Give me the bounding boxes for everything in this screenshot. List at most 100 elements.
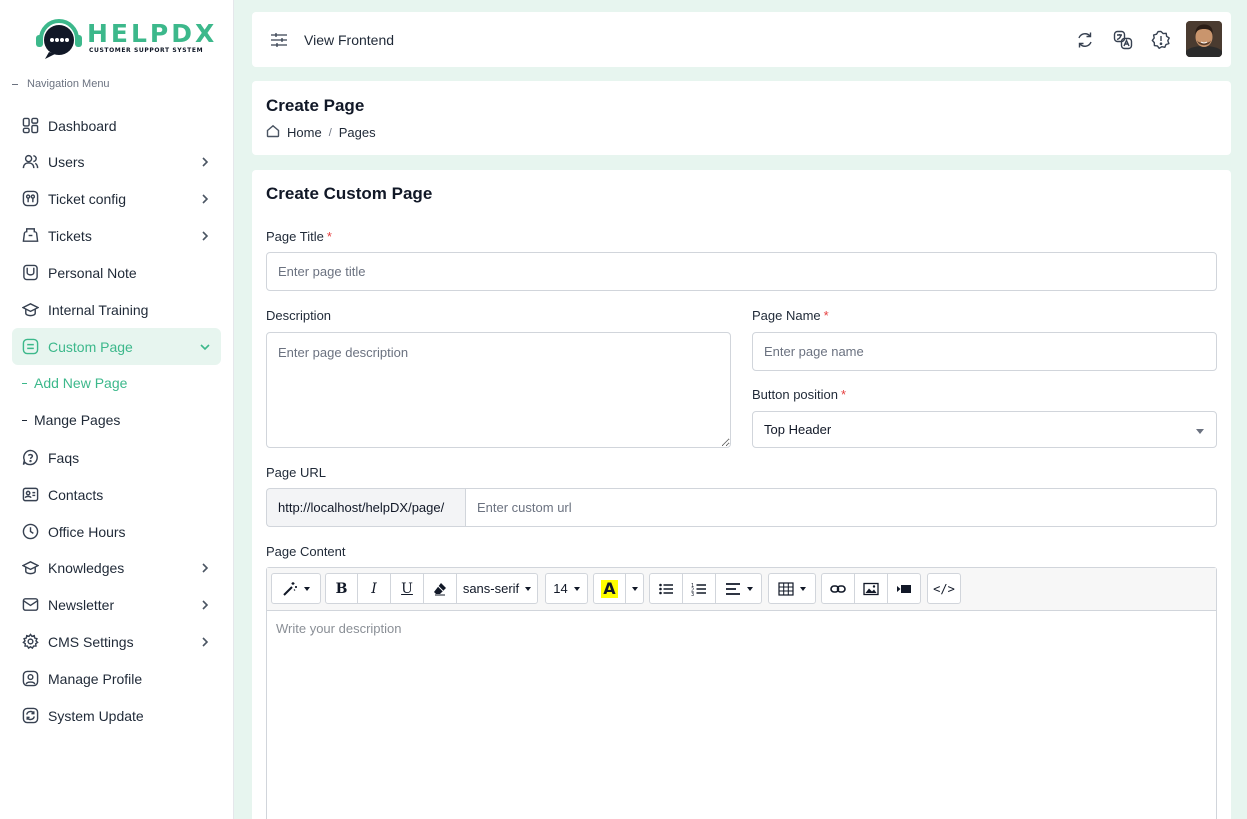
breadcrumb-home[interactable]: Home	[287, 125, 322, 140]
top-bar: View Frontend	[252, 12, 1231, 67]
page-url-label: Page URL	[266, 465, 326, 480]
sidebar-item-label: Personal Note	[48, 264, 137, 281]
color-dropdown[interactable]	[625, 573, 644, 604]
font-family-dropdown[interactable]: sans-serif	[456, 573, 538, 604]
description-textarea[interactable]	[266, 332, 731, 448]
sidebar-item-custom-page[interactable]: Custom Page	[12, 328, 221, 365]
chevron-right-icon	[199, 155, 211, 167]
sidebar-subitem-manage-pages[interactable]: Mange Pages	[22, 412, 120, 428]
sidebar-item-label: Custom Page	[48, 338, 133, 355]
update-icon	[21, 707, 39, 725]
newsletter-icon	[21, 596, 39, 614]
gear-icon	[21, 633, 39, 651]
magic-wand-icon	[283, 581, 297, 596]
sidebar-item-internal-training[interactable]: Internal Training	[12, 291, 221, 328]
underline-button[interactable]: U	[390, 573, 424, 604]
page-title: Create Page	[266, 96, 365, 115]
editor-toolbar: B I U sans-serif 14 A 123 </>	[267, 568, 1216, 611]
numbered-list-icon: 123	[691, 583, 706, 597]
sidebar-item-users[interactable]: Users	[12, 143, 221, 180]
sidebar-item-newsletter[interactable]: Newsletter	[12, 586, 221, 623]
bold-button[interactable]: B	[325, 573, 358, 604]
create-page-form: Create Custom Page Page Title* Descripti…	[252, 170, 1231, 819]
alert-icon[interactable]	[1151, 30, 1171, 50]
sidebar-item-contacts[interactable]: Contacts	[12, 476, 221, 513]
headset-logo-icon	[35, 15, 83, 61]
svg-text:3: 3	[691, 592, 694, 597]
profile-icon	[21, 670, 39, 688]
tickets-icon	[21, 227, 39, 245]
brand-name: HELPDX	[87, 19, 218, 48]
breadcrumb-separator: /	[328, 126, 332, 139]
rich-text-editor: B I U sans-serif 14 A 123 </> Write your…	[266, 567, 1217, 819]
sidebar-item-knowledges[interactable]: Knowledges	[12, 549, 221, 586]
align-left-icon	[725, 582, 740, 595]
highlight-color-button[interactable]: A	[593, 573, 626, 604]
chevron-right-icon	[199, 561, 211, 573]
note-icon	[21, 264, 39, 282]
sidebar-item-label: Faqs	[48, 449, 80, 466]
link-icon	[830, 584, 846, 593]
page-name-label: Page Name *	[752, 308, 829, 323]
page-url-input[interactable]	[465, 488, 1217, 527]
sidebar-item-label: Office Hours	[48, 523, 126, 540]
sidebar-subitem-add-new-page[interactable]: Add New Page	[22, 375, 127, 391]
avatar[interactable]	[1186, 21, 1222, 57]
contact-card-icon	[21, 486, 39, 504]
insert-image-button[interactable]	[854, 573, 888, 604]
ordered-list-button[interactable]: 123	[682, 573, 716, 604]
page-title-label: Page Title *	[266, 229, 332, 244]
view-frontend-link[interactable]: View Frontend	[304, 32, 394, 48]
users-icon	[21, 153, 39, 171]
sync-icon[interactable]	[1075, 30, 1095, 50]
form-title: Create Custom Page	[266, 184, 433, 203]
page-title-input[interactable]	[266, 252, 1217, 291]
chevron-down-icon	[199, 340, 211, 352]
eraser-icon	[434, 582, 446, 595]
question-bubble-icon	[21, 449, 39, 467]
chevron-right-icon	[199, 635, 211, 647]
insert-video-button[interactable]	[887, 573, 921, 604]
eraser-button[interactable]	[423, 573, 457, 604]
editor-placeholder[interactable]: Write your description	[276, 621, 401, 636]
page-name-input[interactable]	[752, 332, 1217, 371]
insert-link-button[interactable]	[821, 573, 855, 604]
unordered-list-button[interactable]	[649, 573, 683, 604]
clock-icon	[21, 523, 39, 541]
sidebar-item-label: System Update	[48, 707, 144, 724]
sidebar-item-manage-profile[interactable]: Manage Profile	[12, 660, 221, 697]
sidebar-item-office-hours[interactable]: Office Hours	[12, 513, 221, 550]
magic-style-button[interactable]	[271, 573, 321, 604]
breadcrumb-pages[interactable]: Pages	[339, 125, 376, 140]
bullet-list-icon	[659, 583, 673, 594]
brand-logo[interactable]: HELPDX CUSTOMER SUPPORT SYSTEM	[35, 14, 214, 62]
paragraph-align-dropdown[interactable]	[715, 573, 762, 604]
italic-button[interactable]: I	[357, 573, 391, 604]
sidebar-item-dashboard[interactable]: Dashboard	[12, 107, 221, 144]
knowledge-icon	[21, 559, 39, 577]
sidebar-item-cms-settings[interactable]: CMS Settings	[12, 623, 221, 660]
sidebar-item-personal-note[interactable]: Personal Note	[12, 254, 221, 291]
sidebar-item-label: CMS Settings	[48, 633, 134, 650]
sidebar-item-label: Manage Profile	[48, 670, 143, 687]
sidebar: HELPDX CUSTOMER SUPPORT SYSTEM Navigatio…	[0, 0, 234, 819]
ticket-config-icon	[21, 190, 39, 208]
home-icon	[266, 124, 280, 141]
sliders-icon[interactable]	[270, 32, 288, 48]
breadcrumb: Home / Pages	[266, 124, 376, 141]
sidebar-item-ticket-config[interactable]: Ticket config	[12, 180, 221, 217]
sidebar-item-label: Ticket config	[48, 190, 127, 207]
code-view-button[interactable]: </>	[927, 573, 961, 604]
translate-icon[interactable]	[1113, 30, 1133, 50]
sidebar-item-label: Internal Training	[48, 301, 149, 318]
table-icon	[778, 581, 794, 596]
button-position-select[interactable]: Top Header	[752, 411, 1217, 448]
sidebar-item-faqs[interactable]: Faqs	[12, 439, 221, 476]
font-size-dropdown[interactable]: 14	[545, 573, 588, 604]
description-label: Description	[266, 308, 332, 323]
sidebar-item-system-update[interactable]: System Update	[12, 697, 221, 734]
image-icon	[863, 582, 879, 595]
sidebar-item-tickets[interactable]: Tickets	[12, 217, 221, 254]
button-position-value: Top Header	[764, 422, 832, 437]
table-dropdown[interactable]	[768, 573, 816, 604]
